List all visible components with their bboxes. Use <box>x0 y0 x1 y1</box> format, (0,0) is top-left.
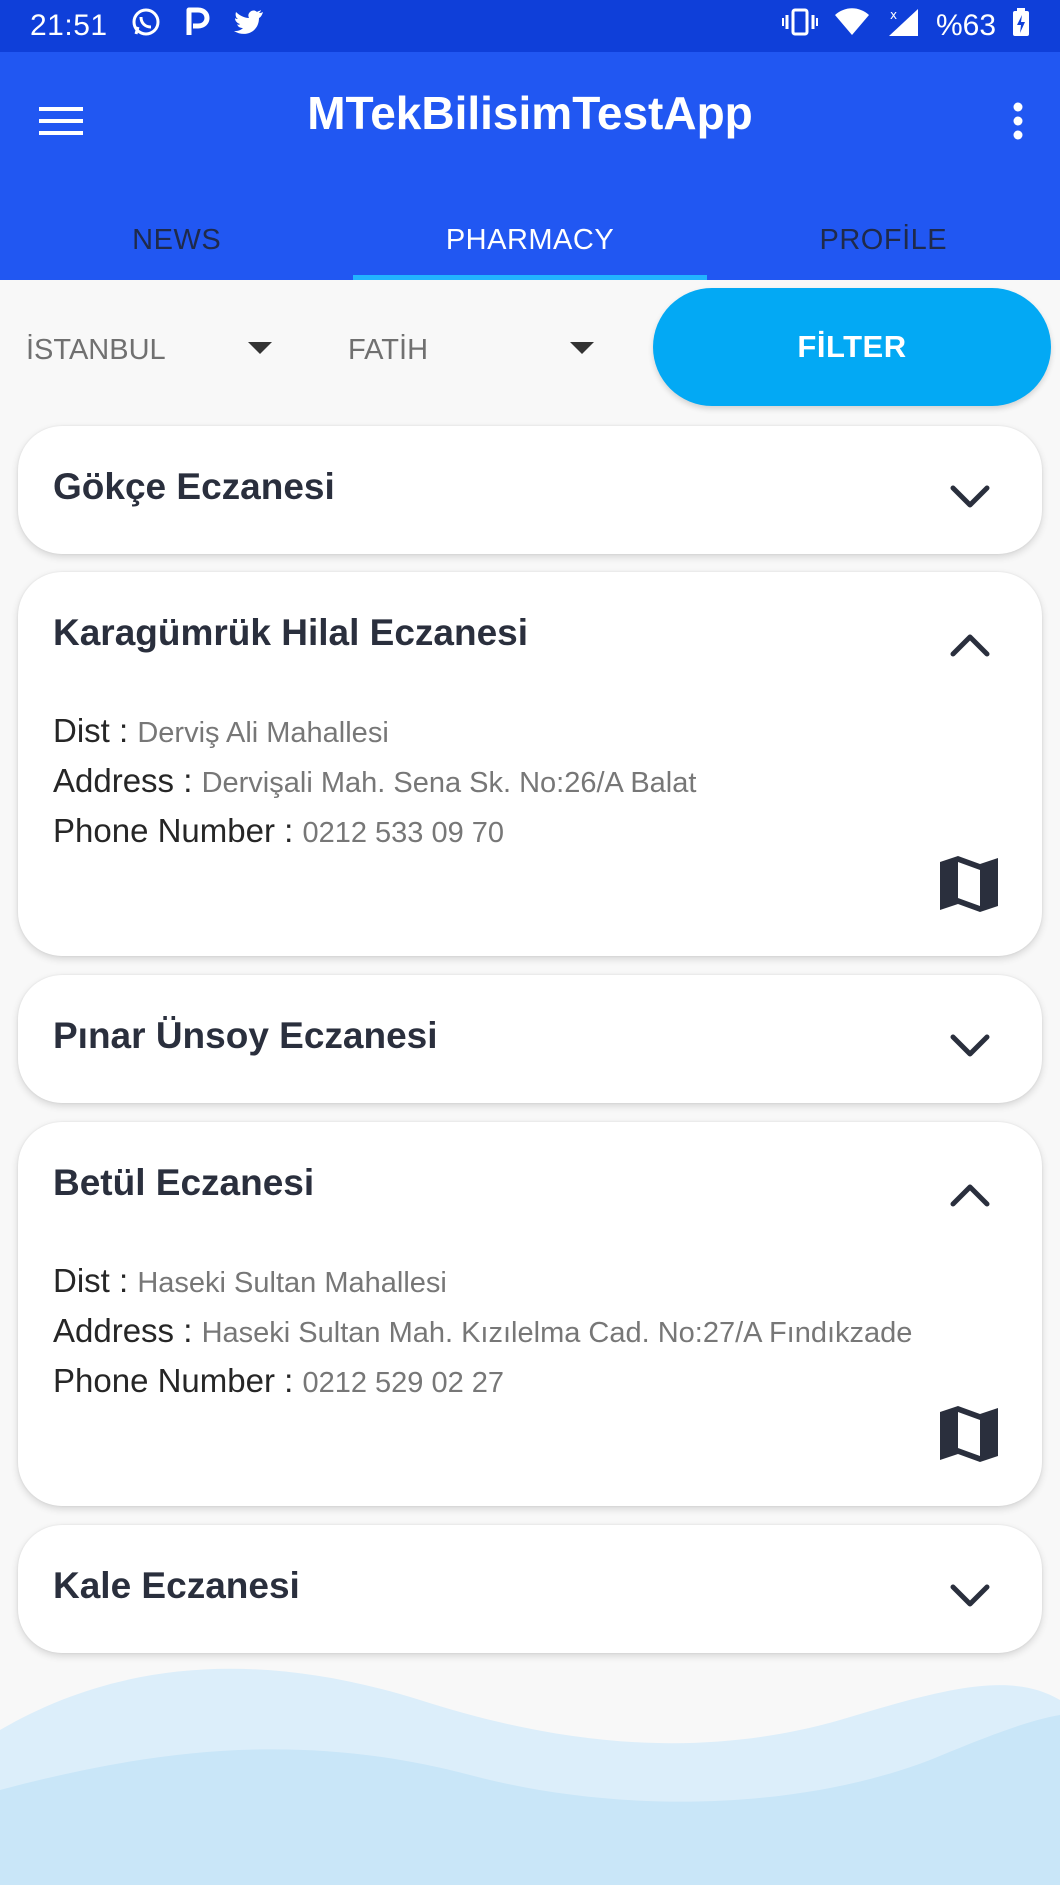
caret-down-icon <box>570 342 594 354</box>
pharmacy-name: Betül Eczanesi <box>53 1162 315 1203</box>
overflow-menu-button[interactable] <box>998 96 1038 146</box>
app-bar: MTekBilisimTestApp NEWS PHARMACY PROFİLE <box>0 52 1060 280</box>
status-time: 21:51 <box>30 9 108 42</box>
filter-row: İSTANBUL FATİH FİLTER <box>0 288 1060 408</box>
address-value: Dervişali Mah. Sena Sk. No:26/A Balat <box>201 767 697 799</box>
dist-label: Dist : <box>53 712 138 749</box>
pharmacy-card[interactable]: Karagümrük Hilal Eczanesi Dist : Derviş … <box>18 572 1042 956</box>
tab-news[interactable]: NEWS <box>0 200 353 280</box>
caret-down-icon <box>248 342 272 354</box>
pharmacy-details: Dist : Haseki Sultan Mahallesi Address :… <box>53 1257 912 1407</box>
app-title: MTekBilisimTestApp <box>307 87 753 139</box>
pharmacy-name: Gökçe Eczanesi <box>53 466 335 507</box>
pharmacy-card[interactable]: Pınar Ünsoy Eczanesi <box>18 975 1042 1103</box>
battery-charging-icon <box>1012 7 1030 45</box>
address-value: Haseki Sultan Mah. Kızılelma Cad. No:27/… <box>201 1317 913 1349</box>
pharmacy-details: Dist : Derviş Ali Mahallesi Address : De… <box>53 707 696 857</box>
dist-value: Haseki Sultan Mahallesi <box>137 1267 447 1299</box>
address-label: Address : <box>53 1312 202 1349</box>
dist-label: Dist : <box>53 1262 138 1299</box>
p-icon <box>184 7 210 45</box>
signal-icon: x <box>886 7 920 45</box>
phone-line: Phone Number : 0212 533 09 70 <box>53 807 696 857</box>
filter-button[interactable]: FİLTER <box>653 288 1051 406</box>
dist-line: Dist : Derviş Ali Mahallesi <box>53 707 696 757</box>
chevron-up-icon[interactable] <box>948 630 992 660</box>
chevron-down-icon[interactable] <box>948 1031 992 1061</box>
pharmacy-name: Pınar Ünsoy Eczanesi <box>53 1015 438 1056</box>
chevron-down-icon[interactable] <box>948 482 992 512</box>
phone-line: Phone Number : 0212 529 02 27 <box>53 1357 912 1407</box>
wave-background <box>0 1668 1060 1885</box>
dist-line: Dist : Haseki Sultan Mahallesi <box>53 1257 912 1307</box>
status-left: 21:51 <box>30 6 264 46</box>
pharmacy-name: Karagümrük Hilal Eczanesi <box>53 612 529 653</box>
wifi-icon <box>834 7 870 45</box>
address-line: Address : Haseki Sultan Mah. Kızılelma C… <box>53 1307 912 1357</box>
tab-profile[interactable]: PROFİLE <box>707 200 1060 280</box>
map-icon[interactable] <box>938 854 1000 914</box>
battery-percent: %63 <box>935 9 996 42</box>
phone-label: Phone Number : <box>53 812 303 849</box>
screen: 21:51 x %63 MTekBilisimTestApp NEWS PHAR… <box>0 0 1060 1885</box>
status-right: x %63 <box>781 7 1030 45</box>
phone-value[interactable]: 0212 529 02 27 <box>302 1367 504 1399</box>
chevron-down-icon[interactable] <box>948 1581 992 1611</box>
map-icon[interactable] <box>938 1404 1000 1464</box>
phone-label: Phone Number : <box>53 1362 303 1399</box>
pharmacy-card[interactable]: Kale Eczanesi <box>18 1525 1042 1653</box>
city-dropdown[interactable]: İSTANBUL <box>26 320 286 380</box>
district-dropdown-value: FATİH <box>348 333 429 366</box>
tab-bar: NEWS PHARMACY PROFİLE <box>0 200 1060 280</box>
twitter-icon <box>232 8 264 44</box>
vibrate-icon <box>781 7 818 45</box>
address-line: Address : Dervişali Mah. Sena Sk. No:26/… <box>53 757 696 807</box>
whatsapp-icon <box>130 6 162 46</box>
pharmacy-card[interactable]: Gökçe Eczanesi <box>18 426 1042 554</box>
more-vertical-icon <box>1013 102 1023 140</box>
district-dropdown[interactable]: FATİH <box>348 320 608 380</box>
chevron-up-icon[interactable] <box>948 1180 992 1210</box>
tab-pharmacy[interactable]: PHARMACY <box>353 200 707 280</box>
pharmacy-name: Kale Eczanesi <box>53 1565 300 1606</box>
phone-value[interactable]: 0212 533 09 70 <box>302 817 504 849</box>
status-bar: 21:51 x %63 <box>0 0 1060 52</box>
pharmacy-card[interactable]: Betül Eczanesi Dist : Haseki Sultan Maha… <box>18 1122 1042 1506</box>
address-label: Address : <box>53 762 202 799</box>
svg-text:x: x <box>890 8 897 22</box>
dist-value: Derviş Ali Mahallesi <box>137 717 389 749</box>
city-dropdown-value: İSTANBUL <box>26 333 166 366</box>
